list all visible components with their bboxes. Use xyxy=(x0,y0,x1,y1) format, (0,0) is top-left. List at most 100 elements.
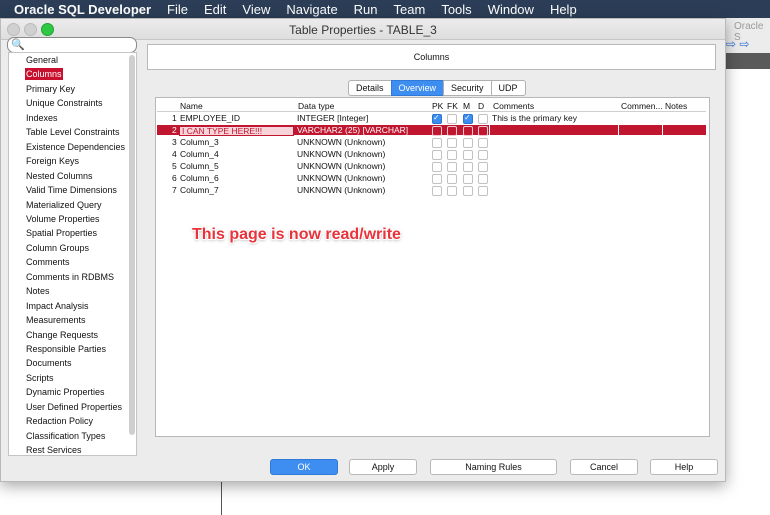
column-name-cell[interactable]: Column_6 xyxy=(180,173,219,183)
app-name[interactable]: Oracle SQL Developer xyxy=(14,2,151,17)
nav-item-valid-time-dimensions[interactable]: Valid Time Dimensions xyxy=(25,184,118,196)
nav-item-volume-properties[interactable]: Volume Properties xyxy=(25,213,101,225)
menu-tools[interactable]: Tools xyxy=(441,2,471,17)
menu-navigate[interactable]: Navigate xyxy=(286,2,337,17)
column-name-cell[interactable]: EMPLOYEE_ID xyxy=(180,113,240,123)
comments-cell[interactable]: This is the primary key xyxy=(492,113,577,123)
column-header-comments[interactable]: Comments xyxy=(493,102,534,111)
menu-run[interactable]: Run xyxy=(354,2,378,17)
column-name-cell[interactable]: Column_5 xyxy=(180,161,219,171)
fk-checkbox[interactable] xyxy=(447,138,457,148)
apply-button[interactable]: Apply xyxy=(349,459,417,475)
fk-checkbox[interactable] xyxy=(447,174,457,184)
tab-overview[interactable]: Overview xyxy=(390,80,444,96)
fk-checkbox[interactable] xyxy=(447,162,457,172)
nav-item-existence-dependencies[interactable]: Existence Dependencies xyxy=(25,141,126,153)
d-checkbox[interactable] xyxy=(478,186,488,196)
pk-checkbox[interactable] xyxy=(432,126,442,136)
d-checkbox[interactable] xyxy=(478,162,488,172)
column-name-cell[interactable]: Column_4 xyxy=(180,149,219,159)
nav-item-materialized-query[interactable]: Materialized Query xyxy=(25,199,103,211)
data-type-cell[interactable]: VARCHAR2 (25) [VARCHAR] xyxy=(297,125,408,135)
nav-item-indexes[interactable]: Indexes xyxy=(25,112,59,124)
nav-item-general[interactable]: General xyxy=(25,54,59,66)
nav-item-comments-in-rdbms[interactable]: Comments in RDBMS xyxy=(25,271,115,283)
nav-item-column-groups[interactable]: Column Groups xyxy=(25,242,90,254)
nav-item-classification-types[interactable]: Classification Types xyxy=(25,430,106,442)
data-type-cell[interactable]: INTEGER [Integer] xyxy=(297,113,368,123)
m-checkbox[interactable] xyxy=(463,174,473,184)
column-name-cell[interactable]: Column_3 xyxy=(180,137,219,147)
nav-item-spatial-properties[interactable]: Spatial Properties xyxy=(25,227,98,239)
nav-item-table-level-constraints[interactable]: Table Level Constraints xyxy=(25,126,121,138)
nav-item-unique-constraints[interactable]: Unique Constraints xyxy=(25,97,104,109)
pk-checkbox[interactable] xyxy=(432,113,442,124)
fk-checkbox[interactable] xyxy=(447,114,457,124)
nav-item-notes[interactable]: Notes xyxy=(25,285,51,297)
ok-button[interactable]: OK xyxy=(270,459,338,475)
pk-checkbox[interactable] xyxy=(432,162,442,172)
cancel-button[interactable]: Cancel xyxy=(570,459,638,475)
column-header-name[interactable]: Name xyxy=(180,102,203,111)
nav-item-user-defined-properties[interactable]: User Defined Properties xyxy=(25,401,123,413)
column-header-d[interactable]: D xyxy=(478,102,484,111)
m-checkbox[interactable] xyxy=(463,113,473,124)
forward-arrow-icon[interactable]: ⇨ ⇨ xyxy=(726,37,749,51)
menu-help[interactable]: Help xyxy=(550,2,577,17)
nav-item-comments[interactable]: Comments xyxy=(25,256,71,268)
column-name-cell[interactable]: Column_7 xyxy=(180,185,219,195)
nav-item-change-requests[interactable]: Change Requests xyxy=(25,329,99,341)
data-type-cell[interactable]: UNKNOWN (Unknown) xyxy=(297,149,385,159)
fk-checkbox[interactable] xyxy=(447,126,457,136)
data-type-cell[interactable]: UNKNOWN (Unknown) xyxy=(297,185,385,195)
menu-file[interactable]: File xyxy=(167,2,188,17)
d-checkbox[interactable] xyxy=(478,126,488,136)
nav-item-scripts[interactable]: Scripts xyxy=(25,372,55,384)
nav-search-input[interactable]: 🔍 xyxy=(7,37,137,53)
pk-checkbox[interactable] xyxy=(432,138,442,148)
menu-window[interactable]: Window xyxy=(488,2,534,17)
d-checkbox[interactable] xyxy=(478,150,488,160)
nav-item-documents[interactable]: Documents xyxy=(25,357,73,369)
column-header-pk[interactable]: PK xyxy=(432,102,443,111)
naming-rules-button[interactable]: Naming Rules xyxy=(430,459,557,475)
m-checkbox[interactable] xyxy=(463,126,473,136)
fk-checkbox[interactable] xyxy=(447,186,457,196)
column-header-m[interactable]: M xyxy=(463,102,470,111)
pk-checkbox[interactable] xyxy=(432,174,442,184)
pk-checkbox[interactable] xyxy=(432,186,442,196)
column-name-edit-field[interactable]: I CAN TYPE HERE!!! xyxy=(179,126,294,136)
column-header-notes[interactable]: Notes xyxy=(665,102,687,111)
m-checkbox[interactable] xyxy=(463,138,473,148)
nav-item-primary-key[interactable]: Primary Key xyxy=(25,83,76,95)
pk-checkbox[interactable] xyxy=(432,150,442,160)
nav-item-rest-services[interactable]: Rest Services xyxy=(25,444,83,455)
tab-security[interactable]: Security xyxy=(443,80,491,96)
column-header-datatype[interactable]: Data type xyxy=(298,102,334,111)
help-button[interactable]: Help xyxy=(650,459,718,475)
menu-team[interactable]: Team xyxy=(394,2,426,17)
nav-item-nested-columns[interactable]: Nested Columns xyxy=(25,170,94,182)
data-type-cell[interactable]: UNKNOWN (Unknown) xyxy=(297,161,385,171)
m-checkbox[interactable] xyxy=(463,186,473,196)
data-type-cell[interactable]: UNKNOWN (Unknown) xyxy=(297,173,385,183)
d-checkbox[interactable] xyxy=(478,174,488,184)
data-type-cell[interactable]: UNKNOWN (Unknown) xyxy=(297,137,385,147)
fk-checkbox[interactable] xyxy=(447,150,457,160)
nav-item-impact-analysis[interactable]: Impact Analysis xyxy=(25,300,90,312)
column-header-fk[interactable]: FK xyxy=(447,102,458,111)
d-checkbox[interactable] xyxy=(478,138,488,148)
menu-view[interactable]: View xyxy=(242,2,270,17)
nav-item-responsible-parties[interactable]: Responsible Parties xyxy=(25,343,107,355)
nav-item-foreign-keys[interactable]: Foreign Keys xyxy=(25,155,80,167)
nav-item-columns[interactable]: Columns xyxy=(25,68,63,81)
nav-scrollbar[interactable] xyxy=(129,55,135,435)
nav-item-measurements[interactable]: Measurements xyxy=(25,314,87,326)
column-header-comments-rdbms[interactable]: Commen... xyxy=(621,102,663,111)
m-checkbox[interactable] xyxy=(463,150,473,160)
tab-details[interactable]: Details xyxy=(348,80,391,96)
menu-edit[interactable]: Edit xyxy=(204,2,226,17)
nav-item-dynamic-properties[interactable]: Dynamic Properties xyxy=(25,386,106,398)
m-checkbox[interactable] xyxy=(463,162,473,172)
d-checkbox[interactable] xyxy=(478,114,488,124)
